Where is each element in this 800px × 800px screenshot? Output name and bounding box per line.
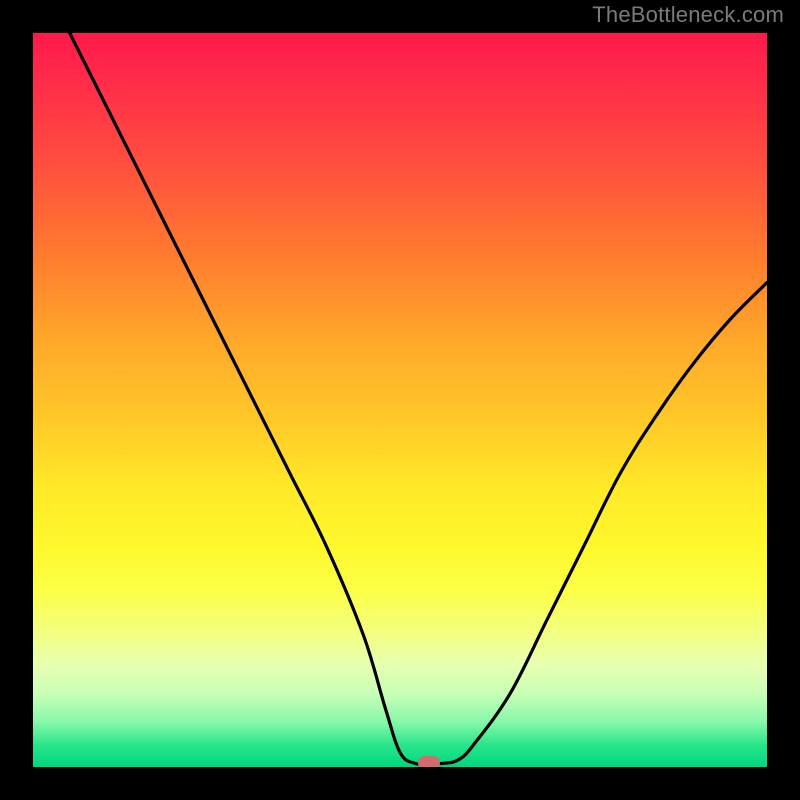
curve-svg [33,33,767,767]
bottleneck-curve-path [70,33,767,764]
chart-frame: TheBottleneck.com [0,0,800,800]
watermark-text: TheBottleneck.com [592,2,784,28]
plot-area [33,33,767,767]
optimum-marker [418,756,440,767]
